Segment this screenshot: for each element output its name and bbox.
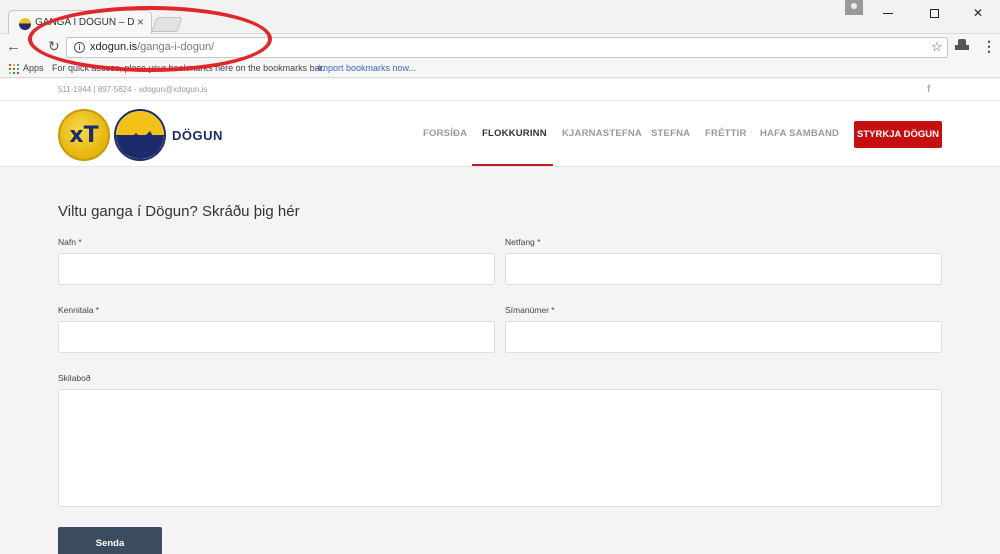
apps-grid-icon[interactable] bbox=[9, 64, 19, 74]
message-textarea[interactable] bbox=[58, 389, 942, 507]
apps-dot bbox=[17, 72, 19, 74]
nav-item-1[interactable]: FLOKKURINN bbox=[482, 128, 547, 139]
phone-label: Símanúmer * bbox=[505, 305, 555, 315]
xt-logo[interactable]: xT bbox=[58, 109, 110, 161]
highlight-ellipse bbox=[28, 6, 272, 72]
dogun-favicon-icon bbox=[19, 18, 31, 30]
phone-field[interactable] bbox=[505, 321, 942, 353]
email-label: Netfang * bbox=[505, 237, 541, 247]
apps-dot bbox=[13, 72, 15, 74]
maximize-button[interactable] bbox=[924, 5, 944, 21]
signup-form-section: Viltu ganga í Dögun? Skráðu þig hér Nafn… bbox=[0, 168, 1000, 554]
nav-item-3[interactable]: STEFNA bbox=[651, 128, 690, 139]
nav-item-5[interactable]: HAFA SAMBAND bbox=[760, 128, 839, 139]
form-title: Viltu ganga í Dögun? Skráðu þig hér bbox=[58, 203, 300, 220]
bookmark-star-icon[interactable]: ☆ bbox=[931, 39, 943, 55]
minimize-button[interactable] bbox=[878, 5, 898, 21]
name-label: Nafn * bbox=[58, 237, 82, 247]
chrome-menu-icon[interactable]: ⋮ bbox=[982, 38, 996, 55]
kennitala-label: Kennitala * bbox=[58, 305, 100, 315]
name-field[interactable] bbox=[58, 253, 495, 285]
nav-item-0[interactable]: FORSÍÐA bbox=[423, 128, 467, 139]
facebook-icon[interactable]: f bbox=[927, 84, 930, 95]
email-field[interactable] bbox=[505, 253, 942, 285]
message-label: Skilaboð bbox=[58, 373, 91, 383]
donate-button[interactable]: STYRKJA DÖGUN bbox=[854, 121, 942, 148]
apps-dot bbox=[13, 64, 15, 66]
site-header: xT DÖGUN FORSÍÐA FLOKKURINN KJARNASTEFNA ST… bbox=[0, 101, 1000, 167]
close-window-button[interactable]: ✕ bbox=[968, 5, 988, 21]
logo-wordmark[interactable]: DÖGUN bbox=[172, 128, 223, 143]
profile-icon[interactable] bbox=[845, 0, 863, 15]
nav-item-4[interactable]: FRÉTTIR bbox=[705, 128, 747, 139]
import-bookmarks-link[interactable]: Import bookmarks now... bbox=[318, 63, 416, 73]
dogun-sun-logo-icon[interactable] bbox=[114, 109, 166, 161]
apps-dot bbox=[17, 64, 19, 66]
apps-dot bbox=[9, 72, 11, 74]
back-arrow-icon[interactable]: ← bbox=[6, 38, 21, 55]
apps-dot bbox=[17, 68, 19, 70]
nav-item-2[interactable]: KJARNASTEFNA bbox=[562, 128, 642, 139]
site-topbar: 511-1944 | 897-5624 - xdogun@xdogun.is f bbox=[0, 79, 1000, 101]
kennitala-field[interactable] bbox=[58, 321, 495, 353]
contact-info: 511-1944 | 897-5624 - xdogun@xdogun.is bbox=[58, 85, 208, 94]
apps-dot bbox=[13, 68, 15, 70]
submit-button[interactable]: Senda bbox=[58, 527, 162, 554]
extension-icon[interactable] bbox=[955, 39, 969, 51]
apps-dot bbox=[9, 64, 11, 66]
active-nav-underline bbox=[472, 164, 553, 166]
apps-dot bbox=[9, 68, 11, 70]
apps-label[interactable]: Apps bbox=[23, 63, 44, 73]
